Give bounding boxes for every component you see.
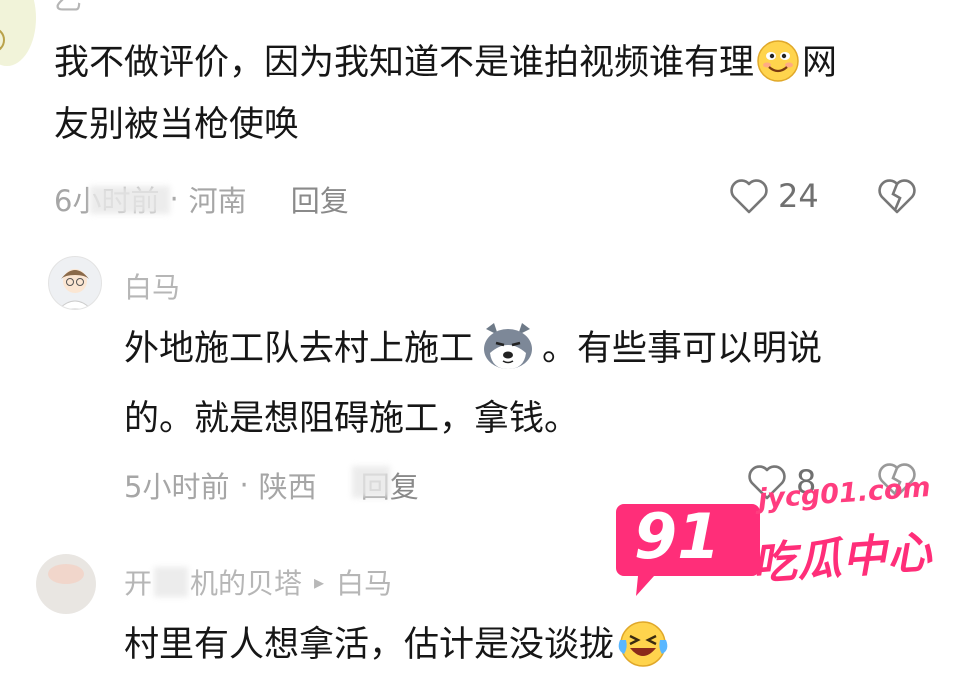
comment-text: 外地施工队去村上施工 。有些事可以明说 — [124, 318, 822, 380]
reply-button[interactable]: 回复 — [291, 178, 349, 220]
comment-username[interactable]: 白马 — [124, 266, 180, 306]
comment-location: 陕西 — [258, 470, 317, 504]
comment-username-row: 开 机的贝塔 ▸ 白马 — [124, 562, 392, 602]
comment-time: 5小时前 — [124, 470, 230, 504]
watermark-name: 吃瓜中心 — [750, 526, 934, 591]
meta-separator: · — [169, 182, 179, 216]
watermark-number: 91 — [634, 500, 721, 573]
comment-text-line2: 友别被当枪使唤 — [54, 105, 300, 145]
comment-location: 河南 — [188, 184, 247, 218]
comment-text-line2: 的。就是想阻碍施工，拿钱。 — [124, 399, 580, 439]
comment-username-rest[interactable]: 机的贝塔 — [190, 562, 302, 602]
blur-mask — [352, 466, 390, 498]
dislike-button[interactable] — [876, 176, 918, 220]
husky-dog-emoji-icon — [476, 321, 540, 373]
smile-emoji-icon — [756, 39, 800, 83]
comment-text-line: 。有些事可以明说 — [542, 329, 823, 369]
blur-mask — [154, 567, 189, 597]
meta-separator: · — [239, 468, 249, 502]
comment-text-line: 村里有人想拿活，估计是没谈拢 — [124, 625, 615, 665]
comment-username[interactable]: 乙 — [54, 0, 82, 18]
comment-text-line: 外地施工队去村上施工 — [124, 329, 475, 369]
like-count: 24 — [778, 177, 819, 215]
comment-text: 我不做评价，因为我知道不是谁拍视频谁有理 网 — [54, 32, 837, 94]
avatar[interactable] — [48, 256, 102, 310]
reply-to-username[interactable]: 白马 — [336, 562, 392, 602]
comment-text: 村里有人想拿活，估计是没谈拢 — [124, 614, 672, 676]
reply-to-arrow-icon: ▸ — [314, 570, 325, 594]
like-button[interactable]: 24 — [728, 176, 819, 216]
heart-icon — [730, 179, 768, 214]
comment-text-line: 我不做评价，因为我知道不是谁拍视频谁有理 — [54, 43, 755, 83]
comment-text-line: 网 — [802, 43, 838, 83]
blur-mask — [90, 186, 170, 214]
avatar[interactable] — [36, 554, 96, 614]
laughing-crying-emoji-icon — [616, 616, 670, 670]
comment-username[interactable]: 开 — [124, 562, 152, 602]
broken-heart-icon — [878, 179, 916, 214]
avatar[interactable] — [0, 0, 36, 66]
watermark-badge: 91 — [614, 498, 762, 598]
